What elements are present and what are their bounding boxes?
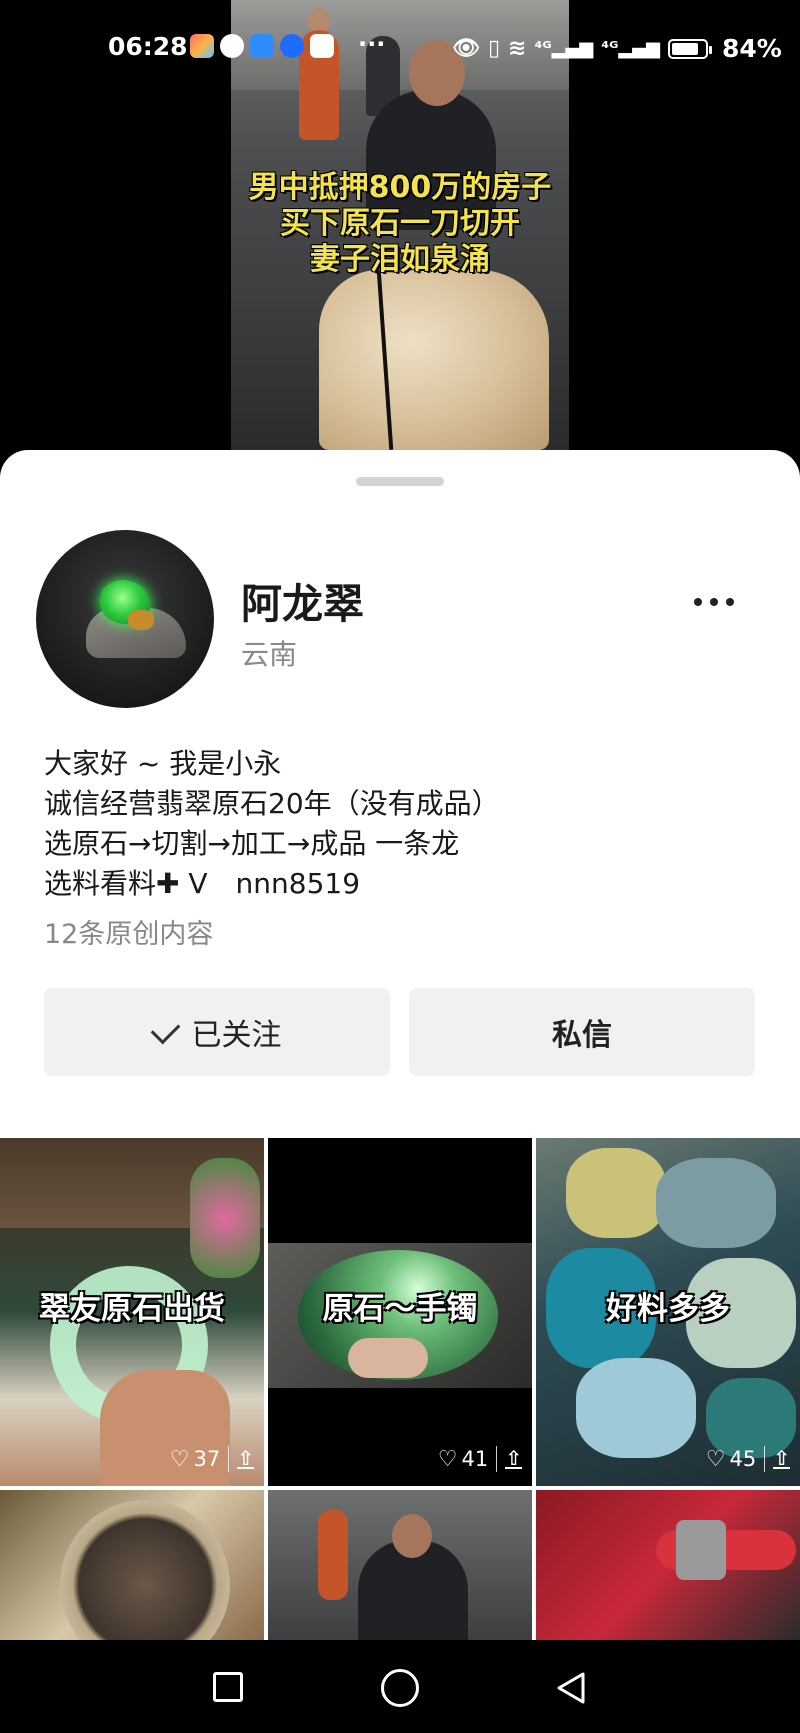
share-icon: ⇧ — [505, 1446, 522, 1470]
notification-icons — [190, 34, 334, 58]
avatar[interactable] — [36, 530, 214, 708]
battery-icon — [667, 38, 712, 59]
signal-4g-icon: ⁴ᴳ▂▄▆ — [534, 38, 594, 59]
bio-line: 诚信经营翡翠原石20年（没有成品） — [44, 787, 500, 820]
thumbnail-title: 原石～手镯 — [322, 1291, 478, 1327]
thumbnail-stats: ♡ 37 ⇧ — [170, 1446, 254, 1472]
thumbnail-stats: ♡ 45 ⇧ — [706, 1446, 790, 1472]
status-time: 06:28 — [108, 32, 188, 61]
bio-line: 大家好 ~ 我是小永 — [44, 747, 282, 780]
like-count: 41 — [461, 1447, 489, 1471]
video-thumbnail[interactable]: 原石～手镯 ♡ 41 ⇧ — [268, 1138, 532, 1486]
posts-count: 12条原创内容 — [44, 919, 214, 950]
heart-icon: ♡ — [169, 1446, 190, 1472]
status-bar: 06:28 ··· 👁 ▯ ≋ ⁴ᴳ▂▄▆ ⁴ᴳ▂▄▆ 84% — [0, 30, 800, 70]
more-options-icon[interactable] — [694, 598, 734, 606]
system-icons: 👁 ▯ ≋ ⁴ᴳ▂▄▆ ⁴ᴳ▂▄▆ 84% — [452, 34, 782, 63]
signal-4g-icon: ⁴ᴳ▂▄▆ — [601, 38, 660, 59]
eye-icon: 👁 — [452, 36, 480, 61]
more-notifications-icon: ··· — [358, 30, 386, 58]
like-count: 37 — [193, 1447, 221, 1471]
alipay-icon — [310, 34, 334, 58]
battery-percent: 84% — [721, 34, 782, 63]
drag-handle[interactable] — [356, 477, 444, 486]
profile-location: 云南 — [241, 638, 298, 671]
thumbnail-stats: ♡ 41 ⇧ — [438, 1446, 522, 1472]
cloud-icon — [250, 34, 274, 58]
vibrate-icon: ▯ — [487, 36, 501, 61]
recents-icon[interactable] — [213, 1672, 243, 1702]
like-count: 45 — [729, 1447, 757, 1471]
profile-name: 阿龙翠 — [241, 580, 364, 628]
profile-bio: 大家好 ~ 我是小永 诚信经营翡翠原石20年（没有成品） 选原石→切割→加工→成… — [44, 744, 500, 904]
app-notification-icon — [190, 34, 214, 58]
back-icon[interactable] — [553, 1670, 589, 1706]
share-icon: ⇧ — [237, 1446, 254, 1470]
thumbnail-title: 好料多多 — [606, 1291, 730, 1327]
video-thumbnail[interactable] — [268, 1490, 532, 1640]
video-thumbnail[interactable]: 翠友原石出货 ♡ 37 ⇧ — [0, 1138, 264, 1486]
bio-line: 选原石→切割→加工→成品 一条龙 — [44, 827, 460, 860]
video-caption: 男中抵押800万的房子 买下原石一刀切开 妻子泪如泉涌 — [248, 170, 552, 277]
following-button[interactable]: 已关注 — [44, 988, 390, 1076]
share-icon: ⇧ — [773, 1446, 790, 1470]
video-thumbnail[interactable] — [536, 1490, 800, 1640]
video-thumbnail[interactable] — [0, 1490, 264, 1640]
wifi-icon: ≋ — [508, 36, 527, 61]
message-button[interactable]: 私信 — [409, 988, 755, 1076]
thumbnail-title: 翠友原石出货 — [39, 1291, 225, 1327]
bulb-icon — [280, 34, 304, 58]
heart-icon: ♡ — [437, 1446, 458, 1472]
heart-icon: ♡ — [705, 1446, 726, 1472]
check-icon — [150, 1014, 180, 1044]
bio-line: 选料看料✚ V nnn8519 — [44, 867, 361, 900]
hand-icon — [220, 34, 244, 58]
navigation-bar — [0, 1640, 800, 1733]
video-thumbnail[interactable]: 好料多多 ♡ 45 ⇧ — [536, 1138, 800, 1486]
message-label: 私信 — [552, 1018, 612, 1053]
following-label: 已关注 — [191, 1018, 282, 1053]
home-icon[interactable] — [381, 1669, 419, 1707]
profile-sheet: 阿龙翠 云南 大家好 ~ 我是小永 诚信经营翡翠原石20年（没有成品） 选原石→… — [0, 450, 800, 1640]
